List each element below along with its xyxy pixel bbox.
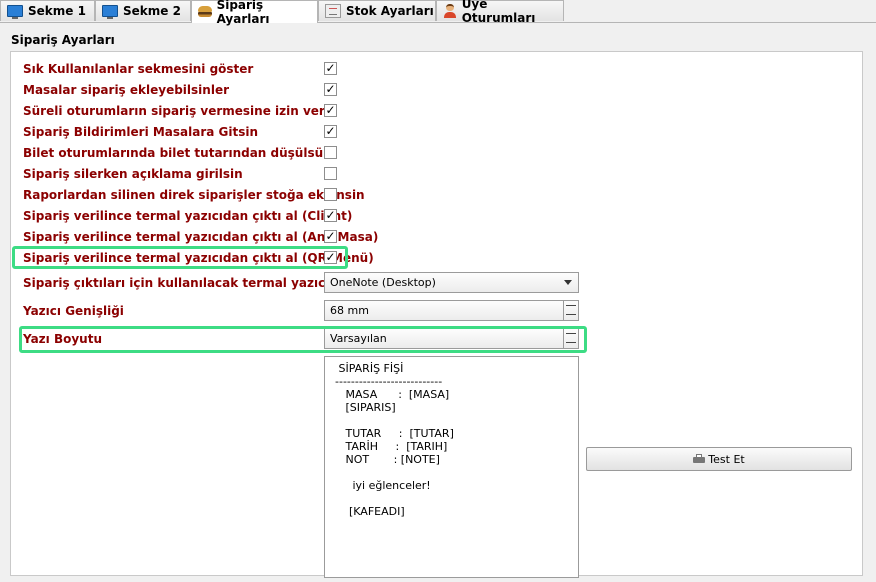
setting-label: Masalar sipariş ekleyebilsinler — [23, 83, 229, 97]
tab-sekme-1[interactable]: Sekme 1 — [0, 0, 95, 21]
printer-select-value: OneNote (Desktop) — [330, 276, 436, 289]
setting-label: Sipariş Bildirimleri Masalara Gitsin — [23, 125, 259, 139]
test-button-label: Test Et — [708, 452, 745, 466]
chevron-down-icon[interactable] — [564, 280, 572, 285]
setting-checkbox[interactable]: ✓ — [324, 230, 337, 243]
burger-icon — [198, 6, 212, 18]
setting-label: Bilet oturumlarında bilet tutarından düş… — [23, 146, 332, 160]
setting-checkbox[interactable]: ✓ — [324, 83, 337, 96]
user-icon — [443, 4, 457, 18]
monitor-icon — [7, 5, 23, 19]
width-label: Yazıcı Genişliği — [23, 304, 124, 318]
section-title: Sipariş Ayarları — [11, 33, 115, 47]
highlight-box — [12, 246, 348, 269]
tab-label: Sekme 2 — [123, 4, 181, 18]
setting-label: Raporlardan silinen direk siparişler sto… — [23, 188, 365, 202]
width-value: 68 mm — [330, 304, 369, 317]
setting-checkbox[interactable] — [324, 188, 337, 201]
setting-label: Sık Kullanılanlar sekmesini göster — [23, 62, 254, 76]
setting-checkbox[interactable] — [324, 146, 337, 159]
tab-stok-ayarlari[interactable]: Stok Ayarları — [318, 0, 436, 21]
tab-label: Sipariş Ayarları — [216, 0, 270, 26]
setting-label: Sipariş silerken açıklama girilsin — [23, 167, 243, 181]
setting-label: Sipariş verilince termal yazıcıdan çıktı… — [23, 209, 353, 223]
receipt-template-textarea[interactable]: SİPARİŞ FİŞİ ---------------------------… — [324, 356, 579, 578]
tab-label: Sekme 1 — [28, 4, 86, 18]
setting-checkbox[interactable]: ✓ — [324, 104, 337, 117]
highlight-box — [19, 326, 587, 353]
width-stepper[interactable]: 68 mm — [324, 300, 579, 321]
setting-checkbox[interactable] — [324, 167, 337, 180]
tab-uye-oturumlari[interactable]: Üye Oturumları — [436, 0, 564, 25]
stock-icon — [325, 4, 341, 18]
printer-icon — [693, 454, 706, 464]
setting-checkbox[interactable]: ✓ — [324, 209, 337, 222]
setting-checkbox[interactable]: ✓ — [324, 62, 337, 75]
tab-label: Üye Oturumları — [461, 0, 536, 25]
monitor-icon — [102, 5, 118, 19]
tab-label: Stok Ayarları — [346, 4, 434, 18]
spin-buttons-icon[interactable] — [563, 301, 578, 320]
printer-label: Sipariş çıktıları için kullanılacak term… — [23, 276, 330, 290]
setting-checkbox[interactable]: ✓ — [324, 125, 337, 138]
test-print-button[interactable]: Test Et — [586, 447, 852, 471]
tab-sekme-2[interactable]: Sekme 2 — [95, 0, 191, 21]
setting-label: Süreli oturumların sipariş vermesine izi… — [23, 104, 325, 118]
tab-siparis-ayarlari[interactable]: Sipariş Ayarları — [191, 0, 318, 26]
printer-select[interactable]: OneNote (Desktop) — [324, 272, 579, 293]
tab-bar: Sekme 1 Sekme 2 Sipariş Ayarları Stok Ay… — [0, 0, 876, 26]
